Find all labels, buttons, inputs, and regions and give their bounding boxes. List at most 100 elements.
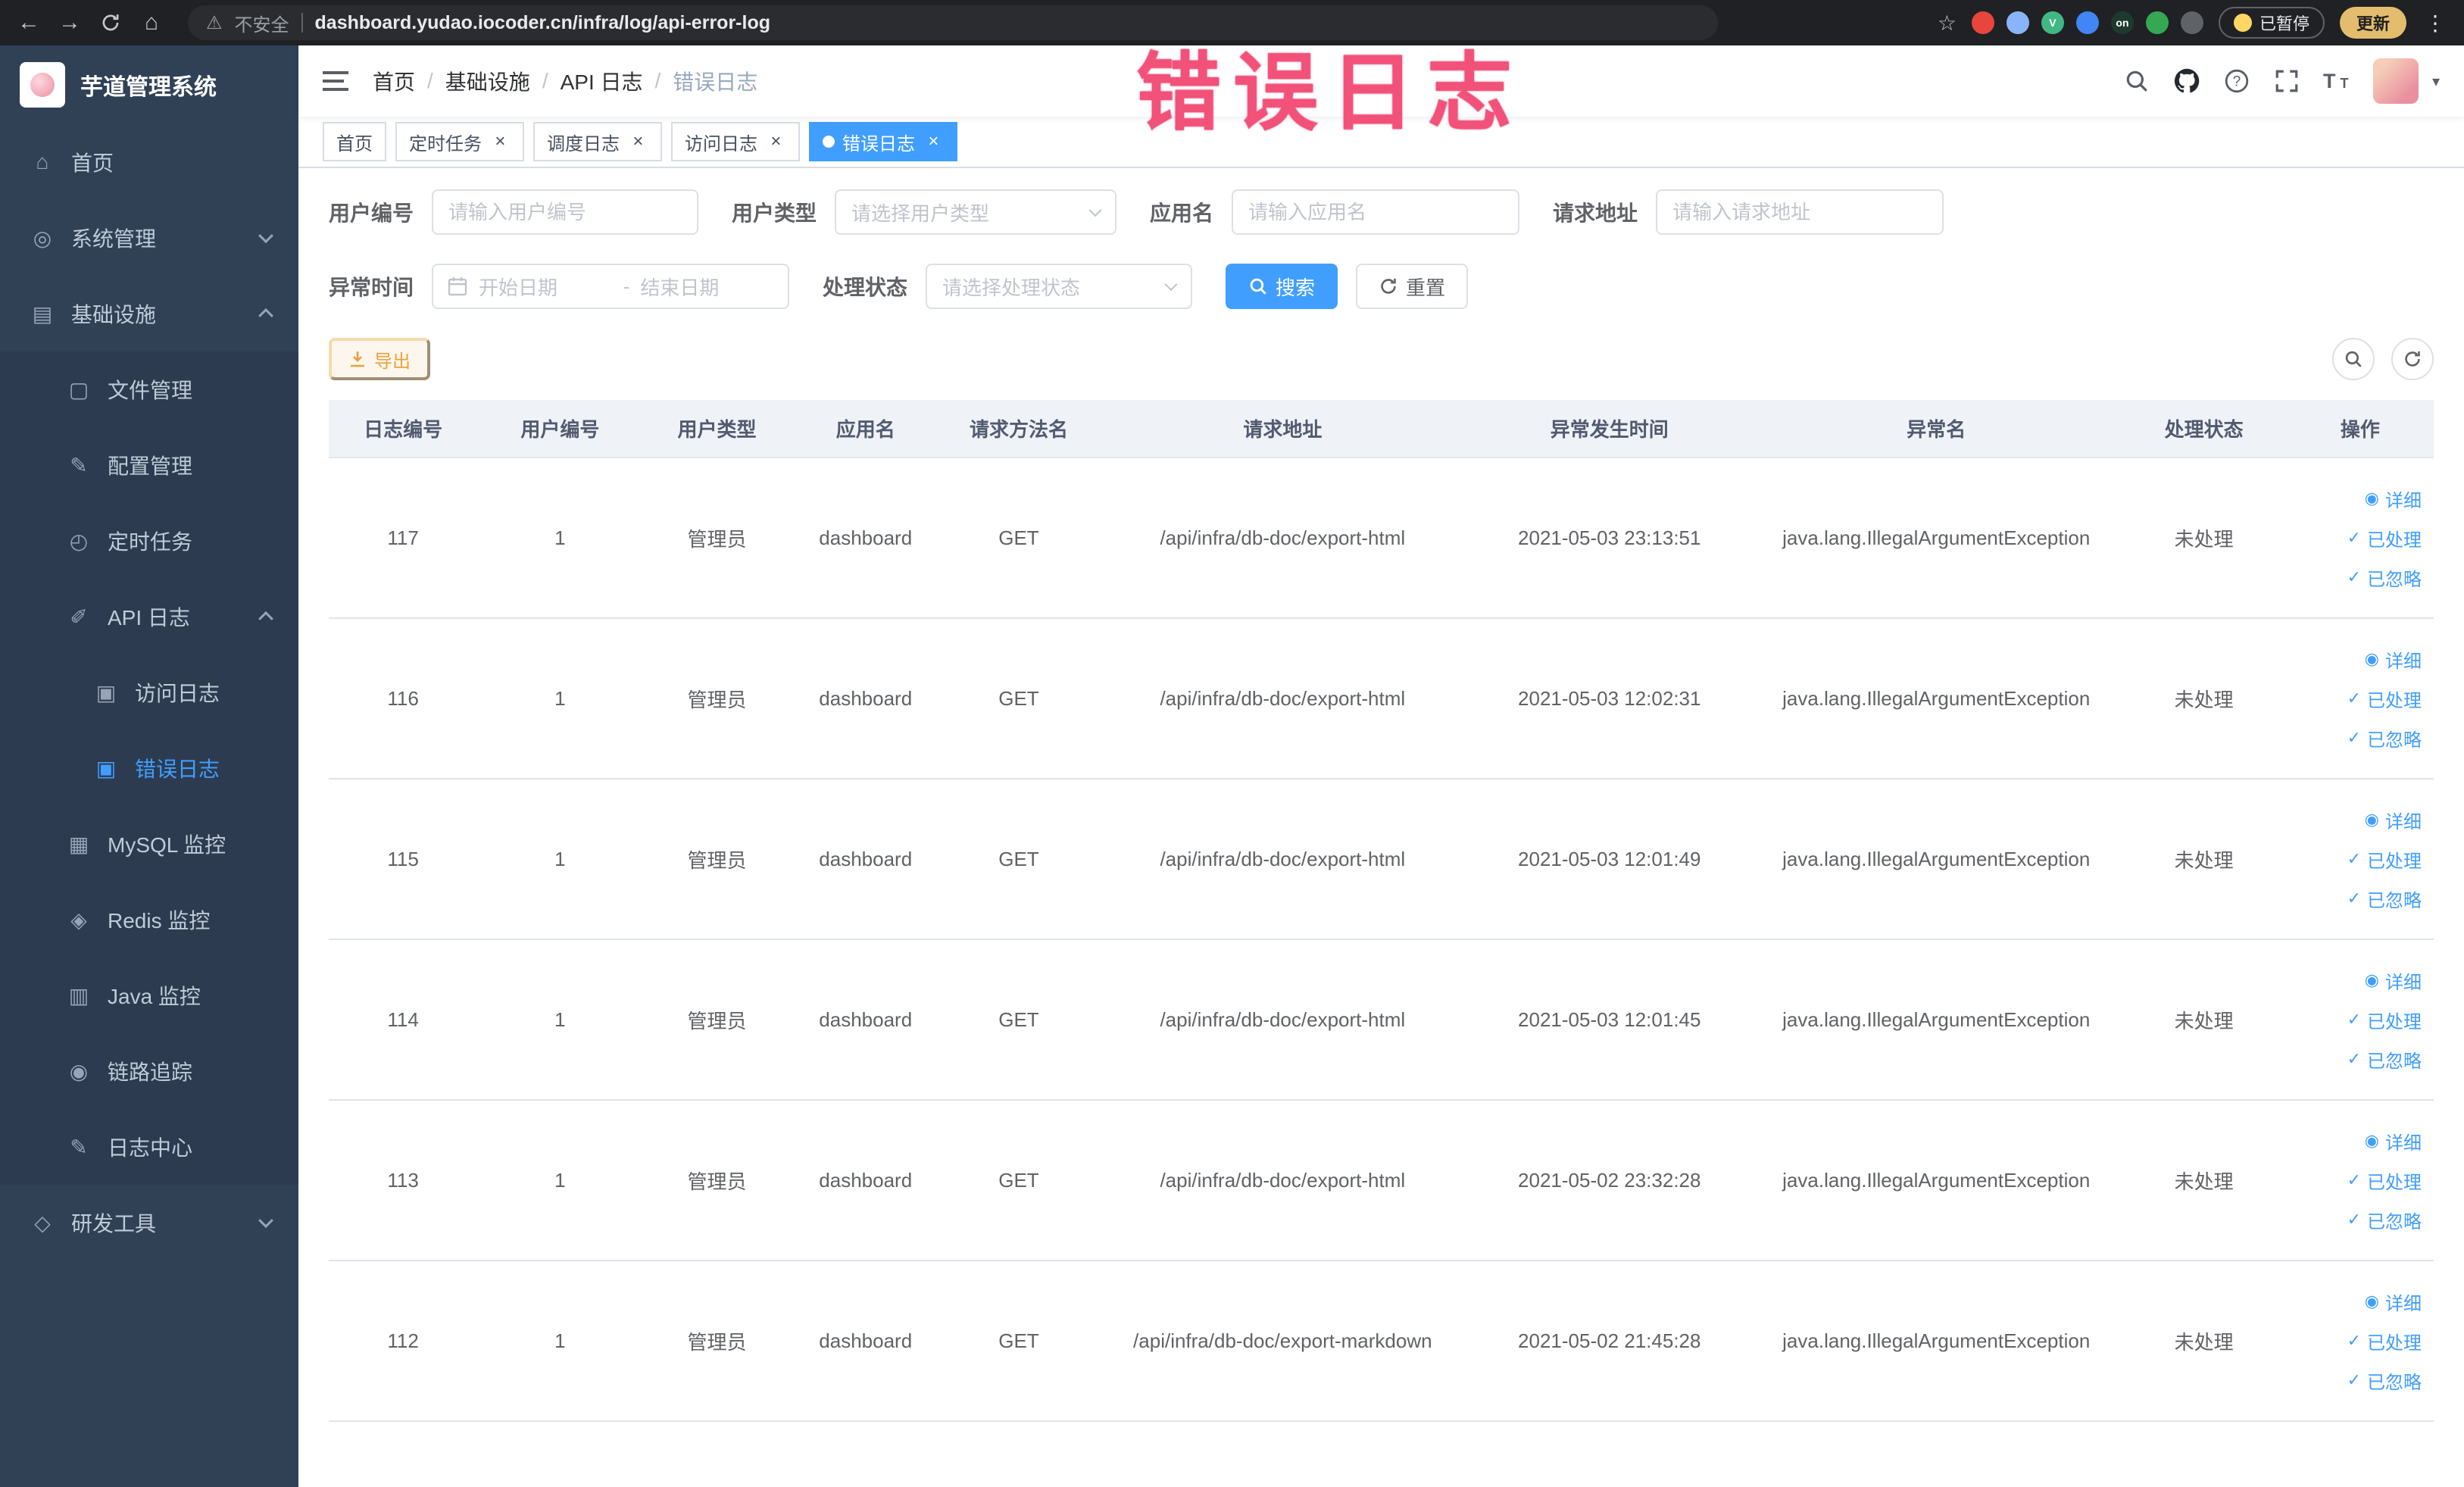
back-icon[interactable]: ← <box>15 11 42 34</box>
action-detail[interactable]: ◉ 详细 <box>2296 639 2422 679</box>
cell-user-type: 管理员 <box>642 939 792 1101</box>
end-date-placeholder: 结束日期 <box>640 276 720 299</box>
cell-actions: ◉ 详细 ✓ 已处理 ✓ 已忽略 <box>2286 618 2434 779</box>
action-detail[interactable]: ◉ 详细 <box>2296 1121 2422 1161</box>
log-center-icon: ✎ <box>70 1135 88 1159</box>
sidebar-item-error-log[interactable]: ▣ 错误日志 <box>0 730 298 806</box>
fullscreen-icon[interactable] <box>2273 67 2300 95</box>
date-range-picker[interactable]: 开始日期 - 结束日期 <box>432 264 790 309</box>
cell-time: 2021-05-03 23:13:51 <box>1467 458 1751 619</box>
process-status-select[interactable]: 请选择处理状态 <box>926 264 1193 309</box>
sidebar-item-system[interactable]: ◎ 系统管理 <box>0 200 298 276</box>
browser-toolbar: ← → ⌂ ⚠ 不安全 dashboard.yudao.iocoder.cn/i… <box>0 0 2464 45</box>
forward-icon[interactable]: → <box>56 11 83 34</box>
close-icon[interactable]: × <box>489 131 511 152</box>
update-button[interactable]: 更新 <box>2339 7 2406 39</box>
extension-green[interactable] <box>2145 11 2169 34</box>
cell-actions: ◉ 详细 ✓ 已处理 ✓ 已忽略 <box>2286 779 2434 940</box>
action-ignored[interactable]: ✓ 已忽略 <box>2296 718 2422 758</box>
close-icon[interactable]: × <box>765 131 786 152</box>
app-name-input[interactable] <box>1232 189 1520 235</box>
export-button[interactable]: 导出 <box>329 338 430 380</box>
action-ignored[interactable]: ✓ 已忽略 <box>2296 1200 2422 1239</box>
sidebar-item-infra[interactable]: ▤ 基础设施 <box>0 276 298 351</box>
hamburger-icon[interactable] <box>323 71 348 91</box>
breadcrumb-item[interactable]: API 日志 <box>561 66 643 96</box>
sidebar-item-dev-tools[interactable]: ◇ 研发工具 <box>0 1185 298 1261</box>
action-detail[interactable]: ◉ 详细 <box>2296 479 2422 518</box>
sidebar-item-api-log[interactable]: ✐ API 日志 <box>0 579 298 654</box>
sidebar-item-cron-job[interactable]: ◴ 定时任务 <box>0 503 298 579</box>
sidebar-logo[interactable]: 芋道管理系统 <box>0 45 298 124</box>
sidebar-item-file-manage[interactable]: ▢ 文件管理 <box>0 351 298 427</box>
github-icon[interactable] <box>2173 67 2200 95</box>
extension-red[interactable] <box>1971 11 1994 34</box>
action-processed[interactable]: ✓ 已处理 <box>2296 679 2422 718</box>
cell-log-id: 117 <box>329 458 478 619</box>
action-processed[interactable]: ✓ 已处理 <box>2296 518 2422 558</box>
extension-lightblue[interactable] <box>2006 11 2029 34</box>
help-icon[interactable]: ? <box>2223 67 2250 95</box>
font-size-icon[interactable]: TT <box>2323 67 2350 95</box>
home-icon[interactable]: ⌂ <box>138 11 165 34</box>
file-icon: ▢ <box>68 377 89 401</box>
cell-method: GET <box>939 1261 1098 1422</box>
refresh-button[interactable] <box>2391 338 2434 380</box>
paused-badge[interactable]: 已暂停 <box>2218 7 2325 39</box>
cell-app-name: dashboard <box>791 1261 940 1422</box>
sidebar-item-home[interactable]: ⌂ 首页 <box>0 124 298 200</box>
tab-schedule-log[interactable]: 调度日志 × <box>533 122 662 161</box>
search-toggle-button[interactable] <box>2332 338 2375 380</box>
extension-blue-grid[interactable] <box>2075 11 2099 34</box>
sidebar-item-trace[interactable]: ◉ 链路追踪 <box>0 1033 298 1109</box>
action-processed[interactable]: ✓ 已处理 <box>2296 1161 2422 1200</box>
reset-button[interactable]: 重置 <box>1356 264 1469 309</box>
cell-exception: java.lang.IllegalArgumentException <box>1750 1100 2122 1261</box>
extension-on[interactable]: on <box>2110 11 2134 34</box>
select-placeholder: 请选择处理状态 <box>942 276 1081 299</box>
svg-text:?: ? <box>2233 73 2241 89</box>
breadcrumb-item[interactable]: 基础设施 <box>445 66 530 96</box>
tab-cron-job[interactable]: 定时任务 × <box>395 122 524 161</box>
cell-request-url: /api/infra/db-doc/export-html <box>1098 779 1468 940</box>
action-ignored[interactable]: ✓ 已忽略 <box>2296 879 2422 918</box>
sidebar-item-java-monitor[interactable]: ▥ Java 监控 <box>0 957 298 1033</box>
sidebar-item-mysql-monitor[interactable]: ▦ MySQL 监控 <box>0 806 298 882</box>
user-dropdown-caret-icon[interactable]: ▾ <box>2432 72 2440 91</box>
sidebar-item-config-manage[interactable]: ✎ 配置管理 <box>0 427 298 503</box>
close-icon[interactable]: × <box>923 131 944 152</box>
action-processed[interactable]: ✓ 已处理 <box>2296 1000 2422 1039</box>
reload-icon[interactable] <box>97 12 124 33</box>
search-button[interactable]: 搜索 <box>1226 264 1338 309</box>
action-processed[interactable]: ✓ 已处理 <box>2296 839 2422 879</box>
action-ignored[interactable]: ✓ 已忽略 <box>2296 1039 2422 1079</box>
breadcrumb-item[interactable]: 首页 <box>373 66 415 96</box>
tab-error-log[interactable]: 错误日志 × <box>809 122 957 161</box>
action-detail[interactable]: ◉ 详细 <box>2296 1282 2422 1321</box>
bookmark-star-icon[interactable]: ☆ <box>1938 11 1957 36</box>
avatar[interactable] <box>2372 58 2419 104</box>
action-ignored[interactable]: ✓ 已忽略 <box>2296 558 2422 597</box>
extension-gray[interactable] <box>2180 11 2203 34</box>
action-ignored[interactable]: ✓ 已忽略 <box>2296 1360 2422 1400</box>
sidebar-item-redis-monitor[interactable]: ◈ Redis 监控 <box>0 882 298 957</box>
action-detail[interactable]: ◉ 详细 <box>2296 961 2422 1000</box>
user-id-input[interactable] <box>432 189 699 235</box>
sidebar-item-log-center[interactable]: ✎ 日志中心 <box>0 1109 298 1185</box>
tab-access-log[interactable]: 访问日志 × <box>671 122 800 161</box>
request-url-input[interactable] <box>1656 189 1944 235</box>
tab-home[interactable]: 首页 <box>323 122 386 161</box>
navbar: 首页 / 基础设施 / API 日志 / 错误日志 ? TT ▾ <box>298 45 2464 117</box>
action-processed[interactable]: ✓ 已处理 <box>2296 1321 2422 1360</box>
cell-status: 未处理 <box>2121 618 2287 779</box>
search-icon[interactable] <box>2123 67 2150 95</box>
menu-kebab-icon[interactable]: ⋮ <box>2422 11 2449 36</box>
user-type-select[interactable]: 请选择用户类型 <box>835 189 1117 235</box>
sidebar-item-access-log[interactable]: ▣ 访问日志 <box>0 654 298 730</box>
extension-vue[interactable]: V <box>2041 11 2064 34</box>
table-header: 日志编号 用户编号 用户类型 应用名 请求方法名 请求地址 异常发生时间 异常名 处理状态 操作 <box>329 400 2434 458</box>
tags-view: 首页 定时任务 × 调度日志 × 访问日志 × 错误日志 × <box>298 117 2464 168</box>
close-icon[interactable]: × <box>627 131 648 152</box>
address-bar[interactable]: ⚠ 不安全 dashboard.yudao.iocoder.cn/infra/l… <box>188 5 1718 40</box>
action-detail[interactable]: ◉ 详细 <box>2296 800 2422 839</box>
